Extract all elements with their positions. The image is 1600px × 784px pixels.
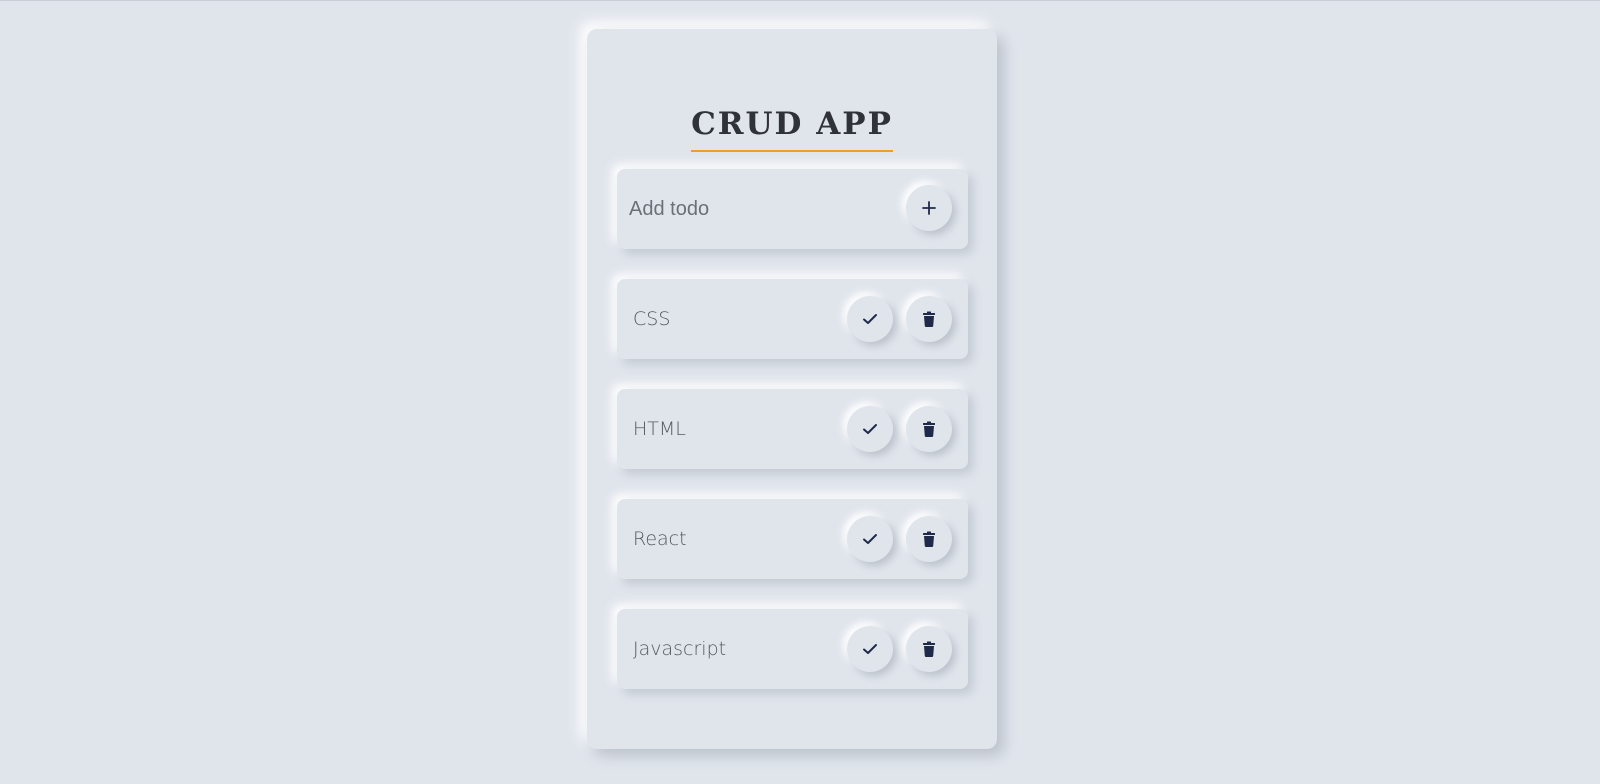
- check-icon: [863, 424, 877, 434]
- complete-todo-button[interactable]: [847, 516, 893, 562]
- app-title: CRUD APP: [691, 109, 893, 152]
- complete-todo-button[interactable]: [847, 406, 893, 452]
- title-wrapper: CRUD APP: [587, 109, 997, 152]
- todo-item: React: [617, 499, 968, 579]
- add-todo-form: [617, 169, 968, 249]
- trash-icon: [923, 641, 935, 657]
- check-icon: [863, 534, 877, 544]
- todo-item: HTML: [617, 389, 968, 469]
- todo-text: Javascript: [633, 638, 727, 660]
- todo-text: React: [633, 528, 687, 550]
- delete-todo-button[interactable]: [906, 406, 952, 452]
- check-icon: [863, 314, 877, 324]
- check-icon: [863, 644, 877, 654]
- delete-todo-button[interactable]: [906, 296, 952, 342]
- complete-todo-button[interactable]: [847, 626, 893, 672]
- todo-card: CRUD APP CSS HTML: [587, 29, 997, 749]
- add-todo-input[interactable]: [629, 189, 899, 229]
- todo-item: Javascript: [617, 609, 968, 689]
- add-todo-button[interactable]: [906, 185, 952, 231]
- plus-icon: [922, 201, 936, 215]
- delete-todo-button[interactable]: [906, 516, 952, 562]
- todo-text: HTML: [633, 418, 686, 440]
- todo-text: CSS: [633, 308, 671, 330]
- delete-todo-button[interactable]: [906, 626, 952, 672]
- todo-item: CSS: [617, 279, 968, 359]
- trash-icon: [923, 311, 935, 327]
- complete-todo-button[interactable]: [847, 296, 893, 342]
- trash-icon: [923, 421, 935, 437]
- trash-icon: [923, 531, 935, 547]
